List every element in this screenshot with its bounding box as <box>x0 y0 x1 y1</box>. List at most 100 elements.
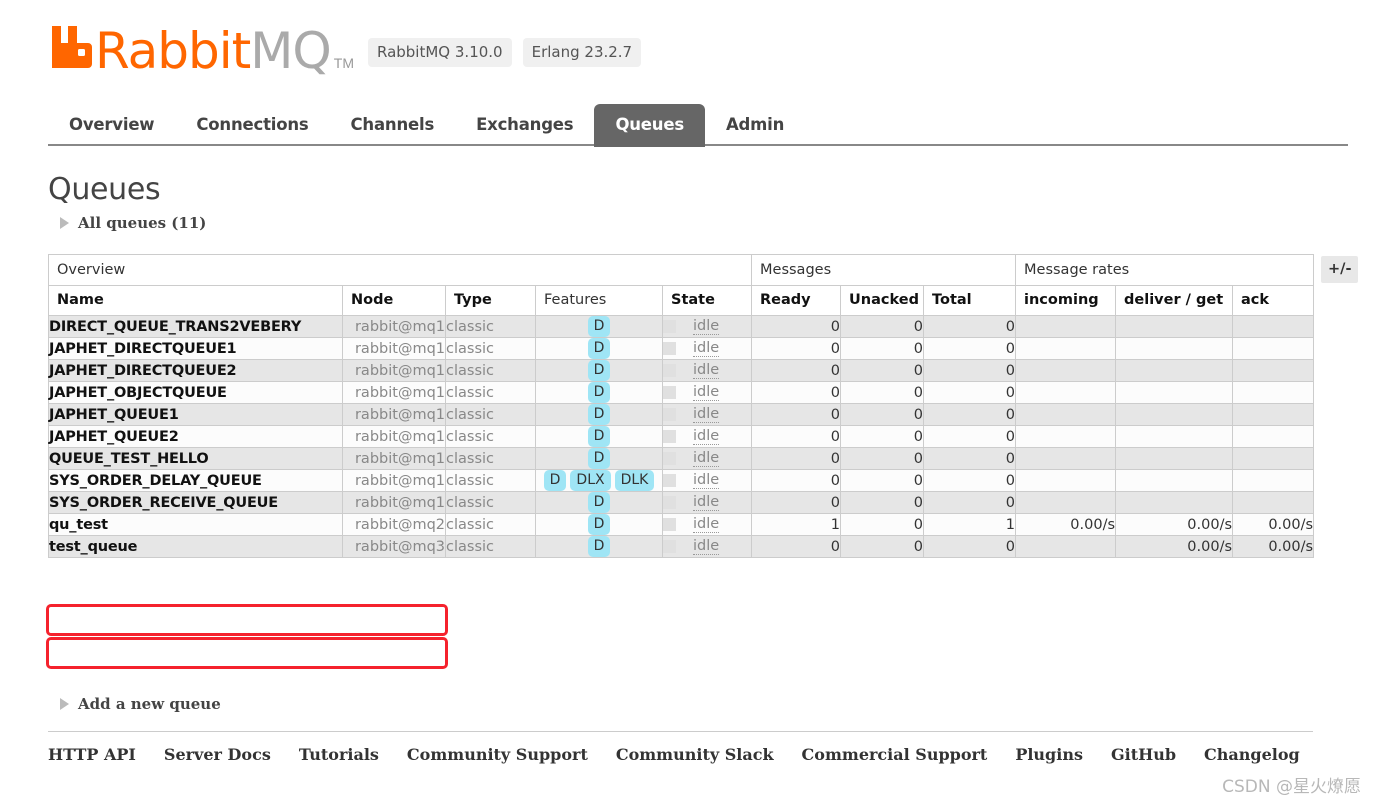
cell-features: D <box>535 513 663 536</box>
table-row[interactable]: test_queue rabbit@mq3 classic Didle 0 0 0 0.00/… <box>48 535 1315 558</box>
cell-queue-name[interactable]: DIRECT_QUEUE_TRANS2VEBERY <box>48 315 343 338</box>
cell-state: idle <box>661 359 753 382</box>
cell-node: rabbit@mq1 <box>342 403 446 426</box>
footer-link-commercial-support[interactable]: Commercial Support <box>802 745 988 764</box>
footer-link-plugins[interactable]: Plugins <box>1015 745 1083 764</box>
status-square-icon <box>663 429 676 443</box>
cell-ready: 1 <box>751 513 842 536</box>
cell-state: idle <box>661 315 753 338</box>
cell-type: classic <box>445 315 536 338</box>
group-header-row: Overview Messages Message rates <box>47 254 1315 286</box>
cell-ready: 0 <box>751 535 842 558</box>
cell-state: idle <box>661 535 753 558</box>
table-row[interactable]: DIRECT_QUEUE_TRANS2VEBERY rabbit@mq1 class… <box>48 315 1315 338</box>
tab-overview[interactable]: Overview <box>48 106 175 145</box>
cell-ack <box>1232 469 1315 492</box>
cell-unacked: 0 <box>840 513 925 536</box>
col-header-deliver-get[interactable]: deliver / get <box>1115 285 1234 316</box>
table-row[interactable]: SYS_ORDER_RECEIVE_QUEUE rabbit@mq1 classic… <box>48 491 1315 514</box>
table-row[interactable]: JAPHET_QUEUE1 rabbit@mq1 classic Didle 0 0 0 <box>48 403 1315 426</box>
status-badge: idle <box>693 383 720 402</box>
annotation-box-test-queue <box>46 637 448 669</box>
logo-trademark: TM <box>333 55 354 71</box>
version-badges: RabbitMQ 3.10.0 Erlang 23.2.7 <box>367 38 642 67</box>
col-header-total[interactable]: Total <box>923 285 1017 316</box>
queues-table-head: Overview Messages Message rates Name Nod… <box>47 254 1315 316</box>
cell-queue-name[interactable]: JAPHET_QUEUE1 <box>48 403 343 426</box>
cell-node: rabbit@mq1 <box>342 469 446 492</box>
toggle-columns-button[interactable]: +/- <box>1321 256 1359 283</box>
cell-queue-name[interactable]: qu_test <box>48 513 343 536</box>
add-new-queue-toggler[interactable]: Add a new queue <box>60 695 221 713</box>
table-row[interactable]: SYS_ORDER_DELAY_QUEUE rabbit@mq1 classic D D… <box>48 469 1315 492</box>
cell-deliver-get <box>1115 447 1234 470</box>
cell-type: classic <box>445 535 536 558</box>
cell-total: 0 <box>923 315 1017 338</box>
cell-deliver-get: 0.00/s <box>1115 513 1234 536</box>
cell-type: classic <box>445 425 536 448</box>
tab-exchanges[interactable]: Exchanges <box>455 106 594 145</box>
footer-link-community-support[interactable]: Community Support <box>407 745 588 764</box>
cell-type: classic <box>445 359 536 382</box>
table-row[interactable]: JAPHET_QUEUE2 rabbit@mq1 classic Didle 0 0 0 <box>48 425 1315 448</box>
footer-link-community-slack[interactable]: Community Slack <box>616 745 774 764</box>
annotation-box-qu-test <box>46 604 448 636</box>
cell-ack: 0.00/s <box>1232 513 1315 536</box>
table-row[interactable]: qu_test rabbit@mq2 classic Didle 1 0 1 0.00/s 0.… <box>48 513 1315 536</box>
col-header-ready[interactable]: Ready <box>751 285 842 316</box>
page-title: Queues <box>48 172 161 207</box>
cell-incoming <box>1015 381 1117 404</box>
col-header-features: Features <box>535 285 663 316</box>
cell-queue-name[interactable]: JAPHET_DIRECTQUEUE1 <box>48 337 343 360</box>
cell-node: rabbit@mq2 <box>342 513 446 536</box>
cell-queue-name[interactable]: JAPHET_QUEUE2 <box>48 425 343 448</box>
cell-features: D <box>535 447 663 470</box>
cell-queue-name[interactable]: JAPHET_DIRECTQUEUE2 <box>48 359 343 382</box>
cell-deliver-get <box>1115 403 1234 426</box>
all-queues-toggler[interactable]: All queues (11) <box>60 214 206 232</box>
cell-queue-name[interactable]: test_queue <box>48 535 343 558</box>
cell-ack <box>1232 491 1315 514</box>
tab-queues[interactable]: Queues <box>594 104 705 147</box>
footer-link-server-docs[interactable]: Server Docs <box>164 745 271 764</box>
cell-total: 1 <box>923 513 1017 536</box>
tab-admin[interactable]: Admin <box>705 106 805 145</box>
footer-link-http-api[interactable]: HTTP API <box>48 745 136 764</box>
cell-queue-name[interactable]: SYS_ORDER_DELAY_QUEUE <box>48 469 343 492</box>
status-badge: idle <box>693 427 720 446</box>
cell-queue-name[interactable]: SYS_ORDER_RECEIVE_QUEUE <box>48 491 343 514</box>
rabbitmq-logo[interactable]: RabbitMQ TM <box>48 22 354 76</box>
footer-link-tutorials[interactable]: Tutorials <box>299 745 379 764</box>
footer-link-github[interactable]: GitHub <box>1111 745 1176 764</box>
tab-connections[interactable]: Connections <box>175 106 329 145</box>
cell-unacked: 0 <box>840 315 925 338</box>
cell-deliver-get <box>1115 337 1234 360</box>
col-header-state[interactable]: State <box>661 285 753 316</box>
table-row[interactable]: JAPHET_OBJECTQUEUE rabbit@mq1 classic Didle… <box>48 381 1315 404</box>
cell-features: D <box>535 425 663 448</box>
col-header-name[interactable]: Name <box>48 285 343 316</box>
cell-ready: 0 <box>751 337 842 360</box>
footer-link-changelog[interactable]: Changelog <box>1204 745 1300 764</box>
cell-queue-name[interactable]: QUEUE_TEST_HELLO <box>48 447 343 470</box>
status-square-icon <box>663 385 676 399</box>
cell-total: 0 <box>923 447 1017 470</box>
feature-badge-dlx: DLX <box>570 470 611 491</box>
add-new-queue-label: Add a new queue <box>78 695 221 713</box>
table-row[interactable]: JAPHET_DIRECTQUEUE2 rabbit@mq1 classic Didl… <box>48 359 1315 382</box>
col-header-incoming[interactable]: incoming <box>1015 285 1117 316</box>
col-header-ack[interactable]: ack <box>1232 285 1315 316</box>
cell-state: idle <box>661 337 753 360</box>
cell-unacked: 0 <box>840 381 925 404</box>
tab-channels[interactable]: Channels <box>330 106 456 145</box>
col-header-unacked[interactable]: Unacked <box>840 285 925 316</box>
col-header-node[interactable]: Node <box>342 285 446 316</box>
col-header-type[interactable]: Type <box>445 285 536 316</box>
state-indicator: idle <box>663 472 751 490</box>
table-row[interactable]: QUEUE_TEST_HELLO rabbit@mq1 classic Didle 0 0… <box>48 447 1315 470</box>
table-row[interactable]: JAPHET_DIRECTQUEUE1 rabbit@mq1 classic Didl… <box>48 337 1315 360</box>
cell-queue-name[interactable]: JAPHET_OBJECTQUEUE <box>48 381 343 404</box>
cell-ready: 0 <box>751 469 842 492</box>
cell-unacked: 0 <box>840 535 925 558</box>
status-square-icon <box>663 451 676 465</box>
